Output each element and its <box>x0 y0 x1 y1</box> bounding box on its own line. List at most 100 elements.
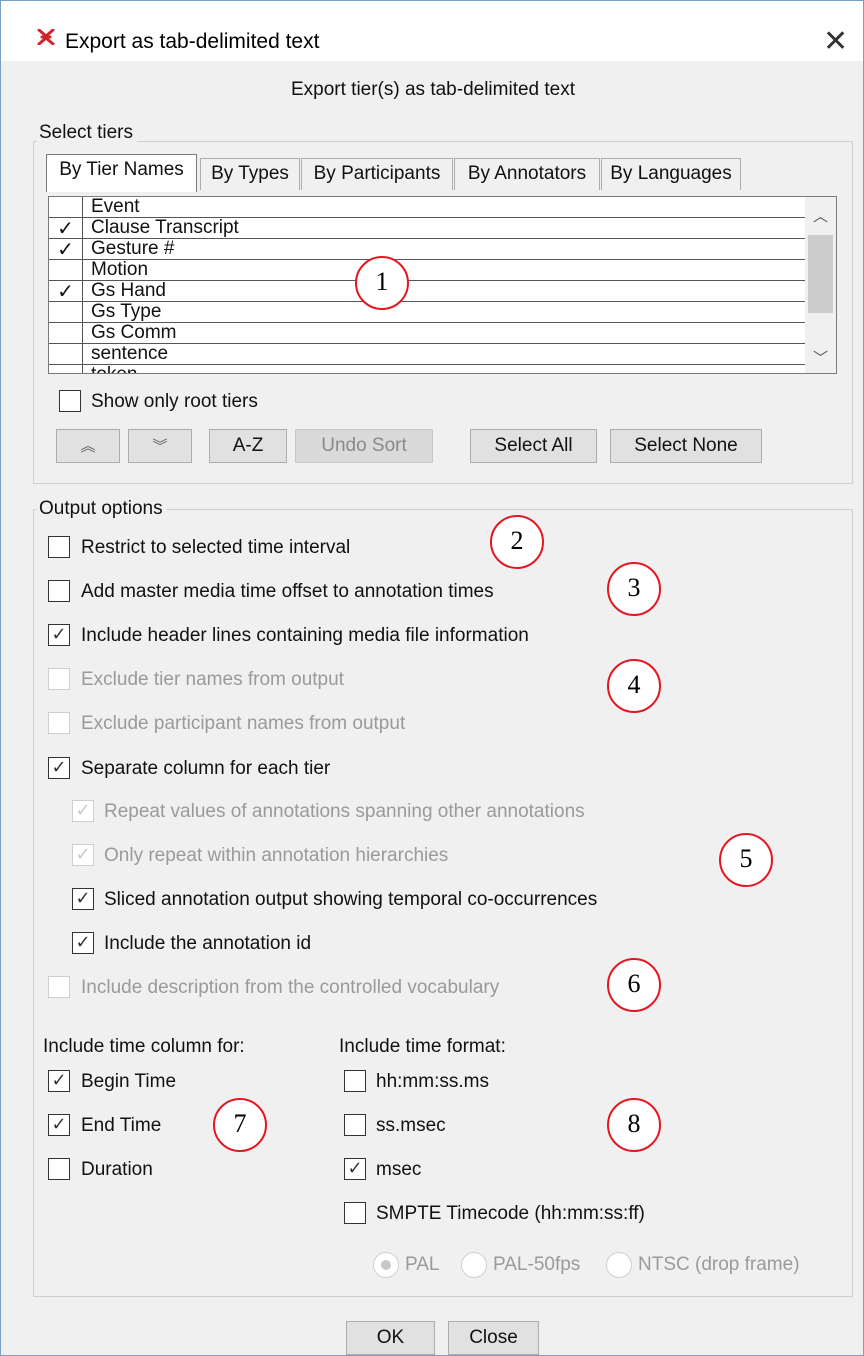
ok-button[interactable]: OK <box>346 1321 435 1355</box>
radio-ntsc[interactable] <box>606 1252 632 1278</box>
dialog-subtitle: Export tier(s) as tab-delimited text <box>290 79 576 100</box>
tab-by-types[interactable]: By Types <box>200 158 300 190</box>
hhmmss-label: hh:mm:ss.ms <box>376 1071 489 1092</box>
check-icon[interactable]: ✓ <box>49 239 83 260</box>
restrict-interval-checkbox[interactable] <box>48 536 70 558</box>
restrict-interval-label: Restrict to selected time interval <box>81 537 351 558</box>
callout-badge: 6 <box>607 958 661 1012</box>
check-icon[interactable] <box>49 302 83 323</box>
callout-badge: 8 <box>607 1098 661 1152</box>
check-icon[interactable] <box>49 323 83 344</box>
header-lines-checkbox[interactable]: ✓ <box>48 624 70 646</box>
elan-app-icon <box>37 28 55 51</box>
tier-name: Motion <box>91 259 149 280</box>
check-icon[interactable] <box>49 365 83 373</box>
chevron-up-icon: ︽ <box>80 437 96 455</box>
check-icon[interactable]: ✓ <box>49 218 83 239</box>
tier-name: Clause Transcript <box>91 217 239 238</box>
scroll-thumb[interactable] <box>808 235 833 313</box>
cv-description-checkbox[interactable] <box>48 976 70 998</box>
show-root-tiers-label: Show only root tiers <box>91 391 258 412</box>
tier-name: Event <box>91 196 140 217</box>
select-tiers-legend: Select tiers <box>37 122 137 144</box>
exclude-tier-names-checkbox[interactable] <box>48 668 70 690</box>
tier-table[interactable]: Event ✓ Clause Transcript ✓ Gesture # Moti… <box>48 196 837 374</box>
move-up-button[interactable]: ︽ <box>56 429 120 463</box>
tier-scrollbar[interactable]: ︿ ﹀ <box>805 197 836 373</box>
duration-label: Duration <box>81 1159 153 1180</box>
callout-badge: 3 <box>607 562 661 616</box>
show-root-tiers-checkbox[interactable] <box>59 390 81 412</box>
end-time-label: End Time <box>81 1115 162 1136</box>
title-bar: Export as tab-delimited text ✕ <box>1 1 863 61</box>
tab-by-tier-names[interactable]: By Tier Names <box>46 154 197 192</box>
only-repeat-label: Only repeat within annotation hierarchie… <box>104 845 449 866</box>
tier-name: Gs Type <box>91 301 162 322</box>
radio-pal[interactable] <box>373 1252 399 1278</box>
sliced-output-label: Sliced annotation output showing tempora… <box>104 889 598 910</box>
move-down-button[interactable]: ︾ <box>128 429 192 463</box>
exclude-participants-checkbox[interactable] <box>48 712 70 734</box>
check-icon[interactable] <box>49 260 83 281</box>
scroll-down-icon[interactable]: ﹀ <box>813 347 828 368</box>
tab-by-annotators[interactable]: By Annotators <box>454 158 600 190</box>
table-row[interactable]: Gs Comm <box>49 322 805 344</box>
tier-name: Gs Comm <box>91 322 177 343</box>
msec-label: msec <box>376 1159 422 1180</box>
check-icon[interactable] <box>49 344 83 365</box>
separate-column-checkbox[interactable]: ✓ <box>48 757 70 779</box>
exclude-tier-names-label: Exclude tier names from output <box>81 669 344 690</box>
select-none-button[interactable]: Select None <box>610 429 762 463</box>
tier-name: Gesture # <box>91 238 175 259</box>
annotation-id-label: Include the annotation id <box>104 933 312 954</box>
exclude-participants-label: Exclude participant names from output <box>81 713 406 734</box>
radio-pal-50fps-label: PAL-50fps <box>493 1254 581 1275</box>
duration-checkbox[interactable] <box>48 1158 70 1180</box>
close-button[interactable]: Close <box>448 1321 539 1355</box>
table-row[interactable]: sentence <box>49 343 805 365</box>
table-row[interactable]: ✓ Gesture # <box>49 238 805 260</box>
table-row[interactable]: ✓ Clause Transcript <box>49 217 805 239</box>
add-offset-label: Add master media time offset to annotati… <box>81 581 494 602</box>
check-icon[interactable] <box>49 197 83 218</box>
separate-column-label: Separate column for each tier <box>81 758 331 779</box>
table-row[interactable]: Event <box>49 196 805 218</box>
check-icon[interactable]: ✓ <box>49 281 83 302</box>
select-all-button[interactable]: Select All <box>470 429 597 463</box>
repeat-values-label: Repeat values of annotations spanning ot… <box>104 801 585 822</box>
tier-name: sentence <box>91 343 169 364</box>
radio-pal-50fps[interactable] <box>461 1252 487 1278</box>
radio-selected-dot <box>381 1260 391 1270</box>
only-repeat-checkbox[interactable]: ✓ <box>72 844 94 866</box>
tier-name: Gs Hand <box>91 280 166 301</box>
repeat-values-checkbox[interactable]: ✓ <box>72 800 94 822</box>
sort-az-button[interactable]: A-Z <box>209 429 287 463</box>
ssmsec-label: ss.msec <box>376 1115 446 1136</box>
sliced-output-checkbox[interactable]: ✓ <box>72 888 94 910</box>
undo-sort-button[interactable]: Undo Sort <box>295 429 433 463</box>
dialog-window: Export as tab-delimited text ✕ Export ti… <box>0 0 864 1356</box>
begin-time-checkbox[interactable]: ✓ <box>48 1070 70 1092</box>
tab-by-participants[interactable]: By Participants <box>301 158 453 190</box>
radio-pal-label: PAL <box>405 1254 440 1275</box>
table-row[interactable]: Gs Type <box>49 301 805 323</box>
annotation-id-checkbox[interactable]: ✓ <box>72 932 94 954</box>
table-row[interactable]: Motion <box>49 259 805 281</box>
table-row[interactable]: ✓ Gs Hand <box>49 280 805 302</box>
hhmmss-checkbox[interactable] <box>344 1070 366 1092</box>
msec-checkbox[interactable]: ✓ <box>344 1158 366 1180</box>
end-time-checkbox[interactable]: ✓ <box>48 1114 70 1136</box>
radio-ntsc-label: NTSC (drop frame) <box>638 1254 800 1275</box>
tab-by-languages[interactable]: By Languages <box>601 158 741 190</box>
callout-badge: 5 <box>719 833 773 887</box>
header-lines-label: Include header lines containing media fi… <box>81 625 529 646</box>
table-row[interactable]: token <box>49 364 805 373</box>
close-icon[interactable]: ✕ <box>823 27 848 57</box>
begin-time-label: Begin Time <box>81 1071 177 1092</box>
smpte-label: SMPTE Timecode (hh:mm:ss:ff) <box>376 1203 645 1224</box>
ssmsec-checkbox[interactable] <box>344 1114 366 1136</box>
add-offset-checkbox[interactable] <box>48 580 70 602</box>
smpte-checkbox[interactable] <box>344 1202 366 1224</box>
callout-badge: 7 <box>213 1098 267 1152</box>
scroll-up-icon[interactable]: ︿ <box>813 205 828 226</box>
